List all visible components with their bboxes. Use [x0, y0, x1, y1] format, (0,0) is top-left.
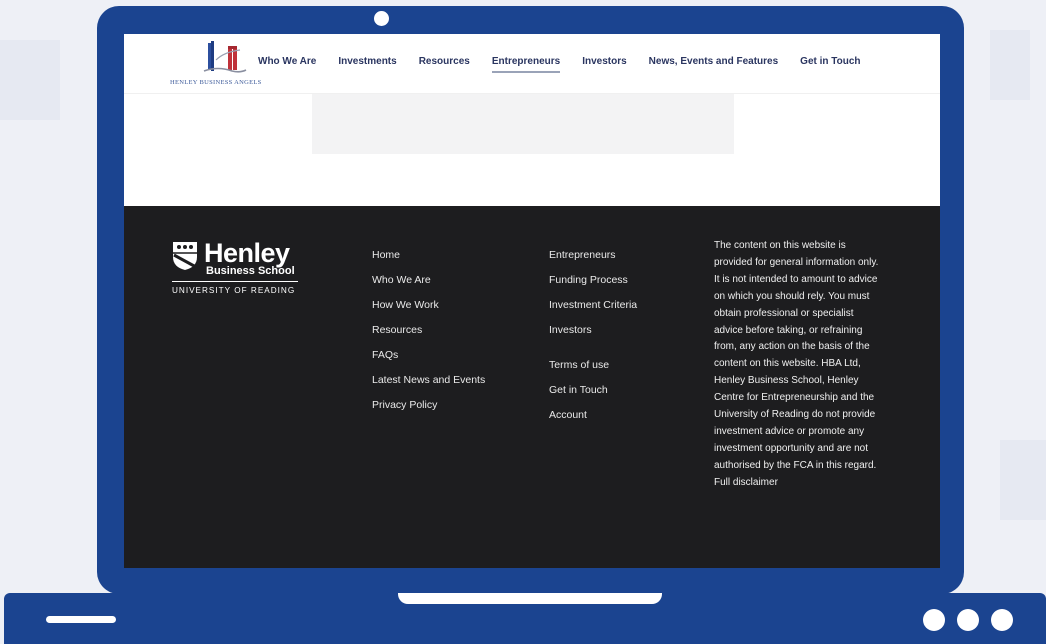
footer-link-resources[interactable]: Resources [372, 323, 485, 348]
content-placeholder [312, 94, 734, 154]
henley-business-school-logo[interactable]: Henley Business School UNIVERSITY OF REA… [172, 238, 302, 298]
footer-link-latest-news[interactable]: Latest News and Events [372, 373, 485, 398]
nav-get-in-touch[interactable]: Get in Touch [800, 56, 860, 67]
nav-investors[interactable]: Investors [582, 56, 626, 67]
footer-link-investment-criteria[interactable]: Investment Criteria [549, 298, 637, 323]
nav-who-we-are[interactable]: Who We Are [258, 56, 316, 67]
henley-business-angels-logo[interactable] [202, 40, 248, 76]
footer-link-how-we-work[interactable]: How We Work [372, 298, 485, 323]
footer-links-primary: Home Who We Are How We Work Resources FA… [372, 248, 485, 423]
site-footer: Henley Business School UNIVERSITY OF REA… [124, 206, 940, 568]
background-tile [0, 40, 60, 120]
footer-link-who-we-are[interactable]: Who We Are [372, 273, 485, 298]
nav-news-events-features[interactable]: News, Events and Features [649, 56, 779, 67]
footer-link-entrepreneurs[interactable]: Entrepreneurs [549, 248, 637, 273]
camera-icon [374, 11, 389, 26]
logo-text: HENLEY BUSINESS ANGELS [170, 79, 262, 86]
nav-investments[interactable]: Investments [338, 56, 396, 67]
dot-icon [923, 609, 945, 631]
logo-divider [172, 281, 298, 282]
logo-henley: Henley [204, 238, 290, 268]
site-header: HENLEY BUSINESS ANGELS Who We Are Invest… [124, 34, 940, 94]
logo-university: UNIVERSITY OF READING [172, 286, 296, 295]
footer-link-get-in-touch[interactable]: Get in Touch [549, 383, 609, 408]
footer-link-privacy-policy[interactable]: Privacy Policy [372, 398, 485, 423]
dot-icon [991, 609, 1013, 631]
nav-resources[interactable]: Resources [419, 56, 470, 67]
dot-icon [957, 609, 979, 631]
footer-link-funding-process[interactable]: Funding Process [549, 273, 637, 298]
footer-links-tertiary: Terms of use Get in Touch Account [549, 358, 609, 433]
footer-links-secondary: Entrepreneurs Funding Process Investment… [549, 248, 637, 348]
nav-entrepreneurs[interactable]: Entrepreneurs [491, 56, 561, 73]
footer-link-terms-of-use[interactable]: Terms of use [549, 358, 609, 383]
footer-link-investors[interactable]: Investors [549, 323, 637, 348]
main-nav: Who We Are Investments Resources Entrepr… [258, 56, 883, 73]
crest-icon [173, 242, 197, 270]
footer-link-faqs[interactable]: FAQs [372, 348, 485, 373]
footer-link-account[interactable]: Account [549, 408, 609, 433]
laptop-screen: HENLEY BUSINESS ANGELS Who We Are Invest… [124, 34, 940, 568]
background-tile [1000, 440, 1046, 520]
footer-link-home[interactable]: Home [372, 248, 485, 273]
base-menu-bar-icon [46, 616, 116, 623]
logo-business-school: Business School [206, 265, 295, 277]
background-tile [990, 30, 1030, 100]
laptop-hinge-notch [398, 593, 662, 604]
footer-disclaimer: The content on this website is provided … [714, 240, 879, 488]
